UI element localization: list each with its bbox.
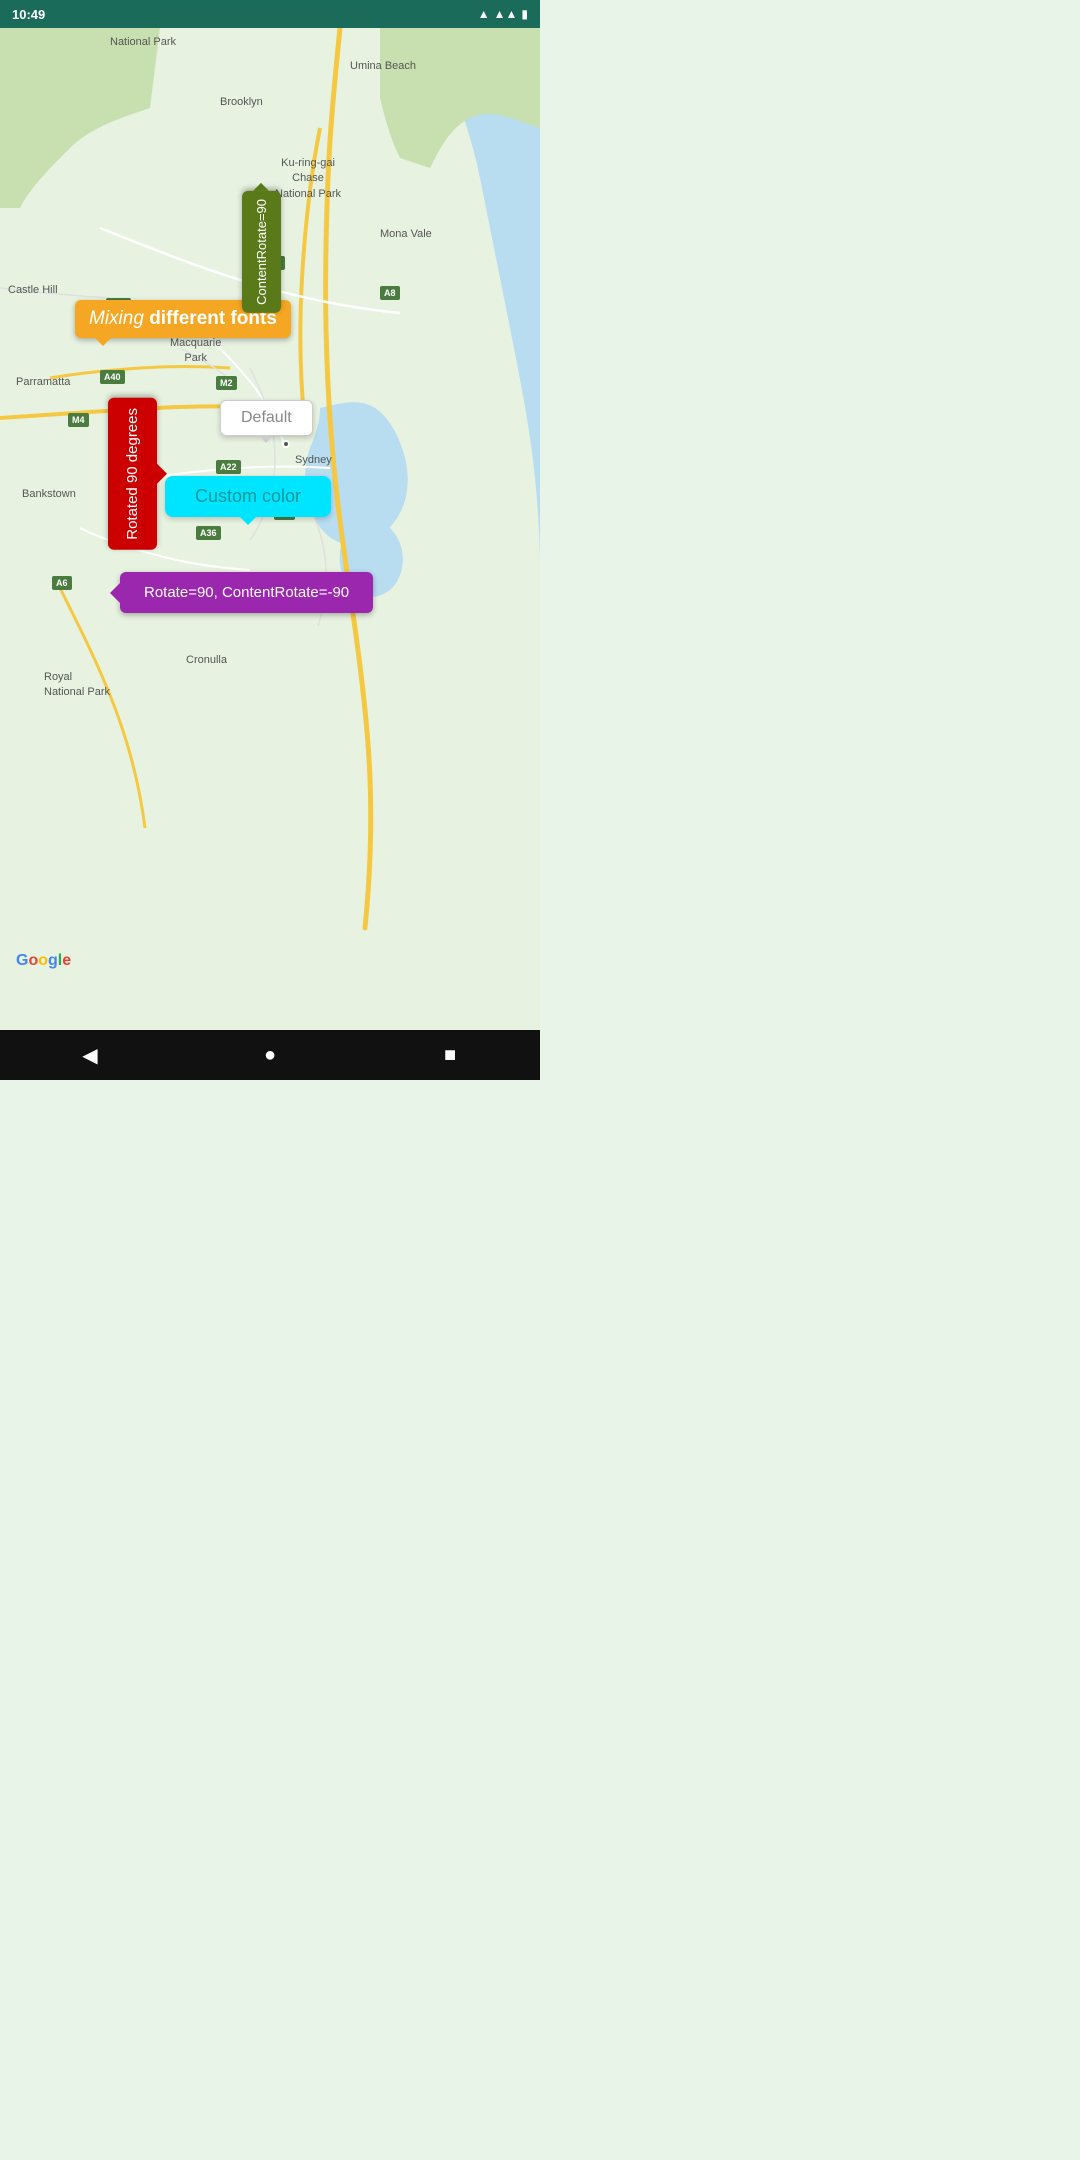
- nav-bar: ◀ ● ■: [0, 1030, 540, 1080]
- marker-rotate90-content-rotate-neg90[interactable]: Rotate=90, ContentRotate=-90: [120, 572, 373, 613]
- road-badge-a40: A40: [100, 370, 125, 384]
- road-badge-a36: A36: [196, 526, 221, 540]
- wifi-icon: ▲: [478, 7, 490, 21]
- map-container[interactable]: National Park Umina Beach Brooklyn Ku-ri…: [0, 28, 540, 1030]
- road-badge-a8: A8: [380, 286, 400, 300]
- map-background: [0, 28, 540, 1030]
- marker-mixing-italic: Mixing: [89, 308, 144, 329]
- road-badge-a6: A6: [52, 576, 72, 590]
- marker-custom-color[interactable]: Custom color: [165, 476, 331, 517]
- google-logo: Google: [16, 952, 71, 970]
- marker-rotated-90[interactable]: Rotated 90 degrees: [108, 398, 157, 550]
- road-badge-m2: M2: [216, 376, 237, 390]
- back-button[interactable]: ◀: [70, 1035, 110, 1075]
- marker-default[interactable]: Default: [220, 400, 313, 436]
- signal-icon: ▲▲: [494, 7, 518, 21]
- battery-icon: ▮: [521, 7, 528, 21]
- status-bar: 10:49 ▲ ▲▲ ▮: [0, 0, 540, 28]
- road-badge-m4: M4: [68, 413, 89, 427]
- recents-button[interactable]: ■: [430, 1035, 470, 1075]
- sydney-dot: [282, 440, 290, 448]
- status-time: 10:49: [12, 7, 45, 22]
- road-badge-a22: A22: [216, 460, 241, 474]
- marker-content-rotate[interactable]: ContentRotate=90: [242, 191, 281, 313]
- home-button[interactable]: ●: [250, 1035, 290, 1075]
- status-icons: ▲ ▲▲ ▮: [478, 7, 528, 21]
